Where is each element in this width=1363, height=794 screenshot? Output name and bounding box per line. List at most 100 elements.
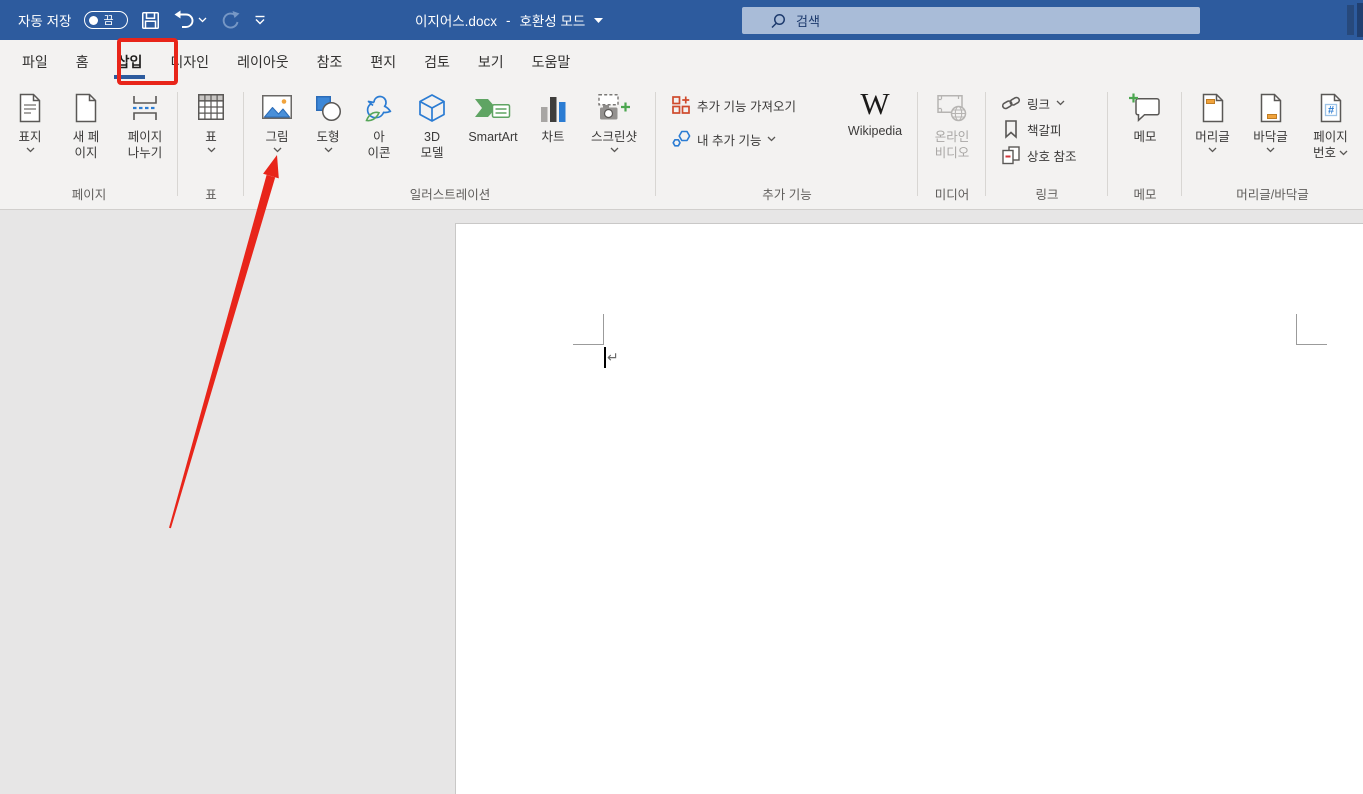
undo-dropdown-icon[interactable]	[198, 17, 207, 23]
margin-mark-top-right-vertical	[1296, 314, 1297, 345]
group-label-media: 미디어	[918, 184, 986, 203]
cover-page-button[interactable]: 표지	[4, 89, 56, 161]
button-label: 페이지	[1313, 129, 1348, 145]
button-label: 온라인 비디오	[935, 129, 970, 161]
margin-mark-top-right-horizontal	[1296, 344, 1327, 345]
page-number-button[interactable]: # 페이지 번호	[1302, 89, 1360, 161]
tab-home[interactable]: 홈	[62, 40, 103, 84]
chevron-down-icon	[1056, 100, 1065, 106]
chart-button[interactable]: 차트	[529, 89, 577, 161]
page-break-icon	[129, 92, 161, 124]
online-video-button-disabled: 온라인 비디오	[924, 89, 980, 161]
group-label-illustrations: 일러스트레이션	[244, 184, 656, 203]
chevron-down-icon	[324, 147, 333, 153]
link-button[interactable]: 링크	[996, 91, 1108, 115]
button-label: 책갈피	[1027, 120, 1062, 139]
title-dropdown-icon[interactable]	[594, 18, 603, 23]
customize-quick-access-button[interactable]	[254, 15, 266, 26]
autosave-state: 끔	[103, 12, 113, 28]
bookmark-icon	[1001, 119, 1021, 139]
ribbon-group-addins: 추가 기능 가져오기 내 추가 기능 W Wikipedia 추가 기능	[656, 84, 918, 209]
group-label-pages: 페이지	[0, 184, 178, 203]
3d-model-cube-icon	[416, 92, 448, 124]
group-label-comments: 메모	[1108, 184, 1182, 203]
link-icon	[1001, 93, 1021, 113]
cross-reference-button[interactable]: 상호 참조	[996, 143, 1108, 167]
bookmark-button[interactable]: 책갈피	[996, 117, 1108, 141]
tab-file[interactable]: 파일	[8, 40, 62, 84]
button-label: 링크	[1027, 94, 1050, 113]
button-label: 추가 기능 가져오기	[697, 96, 796, 115]
text-cursor	[604, 347, 606, 368]
paragraph-mark: ↵	[607, 349, 619, 366]
chart-icon	[538, 94, 568, 124]
table-button[interactable]: 표	[187, 89, 235, 153]
button-label: 바닥글	[1253, 129, 1288, 145]
cross-reference-icon	[1001, 145, 1021, 165]
ribbon-group-media: 온라인 비디오 미디어	[918, 84, 986, 209]
tab-design[interactable]: 디자인	[156, 40, 223, 84]
header-button[interactable]: 머리글	[1186, 89, 1240, 161]
tab-insert[interactable]: 삽입	[103, 40, 157, 84]
search-icon	[770, 13, 786, 29]
ribbon-group-header-footer: 머리글 바닥글 # 페이지 번호 머리글/바닥글	[1182, 84, 1363, 209]
icons-button[interactable]: 아 이콘	[355, 89, 403, 161]
get-addins-button[interactable]: 추가 기능 가져오기	[666, 93, 824, 117]
quick-access-toolbar: 자동 저장 끔	[0, 10, 266, 30]
blank-page-button[interactable]: 새 페 이지	[60, 89, 112, 161]
tab-label: 디자인	[170, 52, 209, 72]
tab-review[interactable]: 검토	[410, 40, 464, 84]
tab-references[interactable]: 참조	[303, 40, 357, 84]
3d-models-button[interactable]: 3D 모델	[407, 89, 457, 161]
screenshot-icon	[596, 92, 632, 124]
tab-label: 삽입	[117, 52, 143, 72]
margin-mark-top-left-horizontal	[573, 344, 604, 345]
autosave-toggle[interactable]: 끔	[84, 11, 128, 29]
my-addins-button[interactable]: 내 추가 기능	[666, 127, 824, 151]
button-label: 상호 참조	[1027, 146, 1076, 165]
search-input[interactable]: 검색	[742, 7, 1200, 34]
window-edge-decoration	[1347, 5, 1354, 35]
shapes-icon	[312, 92, 344, 124]
tab-help[interactable]: 도움말	[518, 40, 585, 84]
page-break-button[interactable]: 페이지 나누기	[116, 89, 174, 161]
button-label: 차트	[541, 129, 564, 145]
document-page[interactable]: ↵	[455, 223, 1363, 794]
tab-label: 편지	[370, 52, 396, 72]
smartart-icon	[473, 94, 513, 124]
undo-button[interactable]	[173, 10, 207, 30]
document-title-text: 이지어스.docx	[415, 10, 497, 30]
ribbon-group-pages: 표지 새 페 이지 페이지 나누기 페이지	[0, 84, 178, 209]
save-button[interactable]	[141, 11, 160, 30]
ribbon-tab-bar: 파일 홈 삽입 디자인 레이아웃 참조 편지 검토 보기 도움말	[0, 40, 1363, 84]
tab-mailings[interactable]: 편지	[356, 40, 410, 84]
comment-icon	[1128, 92, 1162, 124]
tab-label: 참조	[317, 52, 343, 72]
tab-label: 보기	[478, 52, 504, 72]
wikipedia-button[interactable]: W Wikipedia	[832, 84, 918, 151]
button-label: 표지	[18, 129, 41, 145]
wikipedia-icon: W	[860, 87, 889, 120]
tab-view[interactable]: 보기	[464, 40, 518, 84]
picture-icon	[260, 92, 294, 122]
ribbon-group-table: 표 표	[178, 84, 244, 209]
chevron-down-icon	[1266, 147, 1275, 153]
chevron-down-icon	[273, 147, 282, 153]
smartart-button[interactable]: SmartArt	[461, 89, 525, 161]
group-label-links: 링크	[986, 184, 1108, 203]
picture-button[interactable]: 그림	[253, 89, 301, 161]
page-number-icon: #	[1317, 92, 1345, 124]
get-addins-icon	[671, 95, 691, 115]
footer-icon	[1257, 92, 1285, 124]
shapes-button[interactable]: 도형	[305, 89, 351, 161]
comment-button[interactable]: 메모	[1118, 89, 1172, 145]
screenshot-button[interactable]: 스크린샷	[581, 89, 647, 161]
ribbon-group-links: 링크 책갈피 상호 참조 링크	[986, 84, 1108, 209]
document-title: 이지어스.docx - 호환성 모드	[415, 0, 603, 40]
chevron-down-icon	[1208, 147, 1217, 153]
blank-page-icon	[71, 92, 101, 124]
compatibility-mode-label: 호환성 모드	[519, 10, 585, 30]
button-label: 스크린샷	[591, 129, 637, 145]
tab-layout[interactable]: 레이아웃	[223, 40, 303, 84]
footer-button[interactable]: 바닥글	[1244, 89, 1298, 161]
